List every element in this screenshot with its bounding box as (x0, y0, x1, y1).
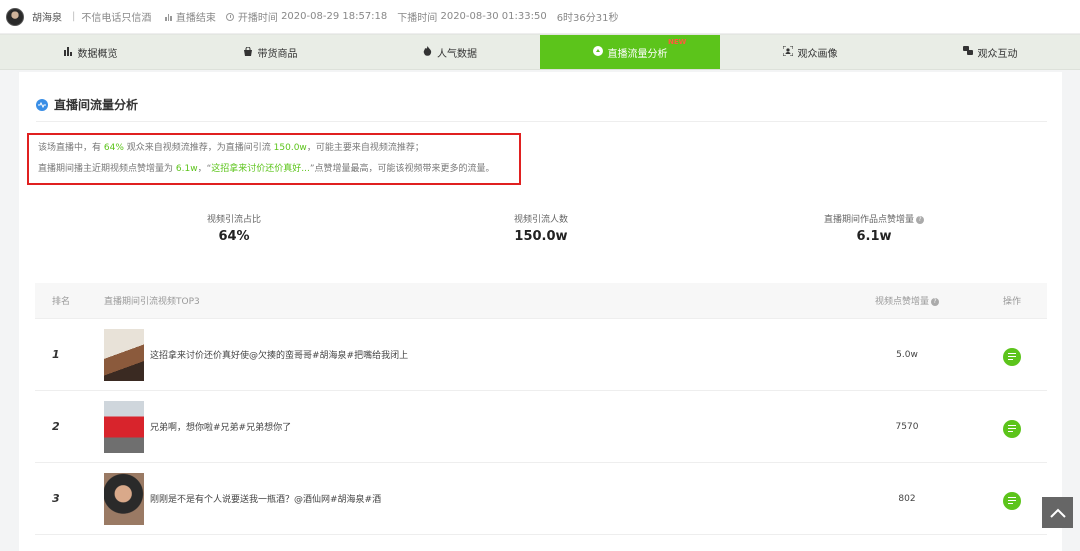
video-title[interactable]: 这招拿来讨价还价真好使@欠揍的蛮哥哥#胡海泉#把嘴给我闭上 (150, 348, 408, 361)
end-time-label: 下播时间 (397, 13, 438, 24)
summary-text: ”点赞增量最高，可能该视频带来更多的流量。 (309, 164, 495, 174)
video-thumbnail[interactable] (104, 328, 144, 381)
stat-label: 视频引流人数 (513, 215, 568, 225)
row-likes: 7570 (895, 421, 919, 432)
tab-label: 带货商品 (257, 48, 298, 60)
tab-products[interactable]: 带货商品 (180, 35, 360, 69)
table-row: 1 这招拿来讨价还价真好使@欠揍的蛮哥哥#胡海泉#把嘴给我闭上 5.0w (35, 319, 1047, 391)
new-badge: NEW (668, 38, 687, 46)
traffic-analysis-card: 直播间流量分析 该场直播中，有 64% 观众来自视频流推荐，为直播间引流 150… (19, 72, 1062, 551)
stat-value: 6.1w (856, 229, 892, 244)
back-to-top-button[interactable] (1042, 497, 1073, 528)
table-header: 排名 直播期间引流视频TOP3 视频点赞增量? 操作 (35, 283, 1047, 319)
header-likes: 视频点赞增量? (837, 294, 977, 307)
row-rank: 3 (52, 492, 60, 505)
top-videos-table: 排名 直播期间引流视频TOP3 视频点赞增量? 操作 1 这招拿来讨价还价真好使… (35, 283, 1047, 535)
live-session-header: 胡海泉 | 不信电话只信酒 直播结束 开播时间 2020-08-29 18:57… (0, 0, 1080, 34)
summary-text: 该场直播中，有 (38, 143, 102, 153)
tab-audience-portrait[interactable]: 观众画像 (720, 35, 900, 69)
header-video: 直播期间引流视频TOP3 (104, 297, 200, 307)
traffic-icon (592, 45, 603, 59)
tab-audience-interaction[interactable]: 观众互动 (900, 35, 1080, 69)
bar-chart-icon (63, 46, 73, 59)
live-status-text: 直播结束 (175, 13, 216, 24)
header-rank: 排名 (52, 297, 71, 307)
stat-likes-increase: 直播期间作品点赞增量? 6.1w (809, 212, 939, 244)
table-row: 3 刚刚是不是有个人说要送我一瓶酒？@酒仙网#胡海泉#酒 802 (35, 463, 1047, 535)
anchor-name[interactable]: 胡海泉 (32, 9, 62, 24)
row-video[interactable]: 刚刚是不是有个人说要送我一瓶酒？@酒仙网#胡海泉#酒 (104, 472, 837, 525)
tab-label: 直播流量分析 (607, 48, 668, 60)
chevron-up-icon (1049, 508, 1066, 518)
row-likes: 5.0w (896, 349, 918, 360)
anchor-slogan: 不信电话只信酒 (81, 13, 152, 24)
shopping-bag-icon (243, 46, 253, 59)
summary-text: 观众来自视频流推荐，为直播间引流 (126, 143, 271, 153)
analysis-tabs: 数据概览 带货商品 人气数据 直播流量分析 NEW 观众画像 观众互动 (0, 34, 1080, 70)
chat-icon (962, 45, 973, 59)
video-thumbnail[interactable] (104, 400, 144, 453)
stat-label: 直播期间作品点赞增量? (809, 212, 939, 225)
row-op (977, 415, 1047, 438)
tab-popularity[interactable]: 人气数据 (360, 35, 540, 69)
detail-list-icon[interactable] (1003, 347, 1021, 366)
video-title[interactable]: 刚刚是不是有个人说要送我一瓶酒？@酒仙网#胡海泉#酒 (150, 492, 381, 505)
row-op (977, 343, 1047, 366)
help-icon[interactable]: ? (916, 215, 924, 224)
row-video[interactable]: 这招拿来讨价还价真好使@欠揍的蛮哥哥#胡海泉#把嘴给我闭上 (104, 328, 837, 381)
stat-value: 150.0w (514, 229, 568, 244)
summary-line-2: 直播期间播主近期视频点赞增量为 6.1w，“这招拿来讨价还价真好...”点赞增量… (38, 161, 519, 182)
stat-video-traffic-count: 视频引流人数 150.0w (481, 212, 601, 244)
portrait-icon (782, 45, 793, 59)
row-rank: 2 (52, 420, 60, 433)
summary-highlight: 150.0w (273, 143, 307, 153)
tab-traffic-analysis[interactable]: 直播流量分析 NEW (540, 35, 720, 69)
help-icon[interactable]: ? (931, 297, 939, 306)
flame-icon (423, 45, 432, 59)
summary-text: ，“ (197, 164, 212, 174)
tab-label: 观众画像 (797, 48, 838, 60)
summary-highlight: 64% (103, 143, 124, 153)
anchor-avatar[interactable] (6, 7, 24, 26)
stat-video-traffic-ratio: 视频引流占比 64% (174, 212, 294, 244)
stat-label-text: 直播期间作品点赞增量 (823, 215, 914, 225)
section-title: 直播间流量分析 (36, 96, 138, 113)
start-time: 开播时间 2020-08-29 18:57:18 (225, 9, 388, 24)
live-duration: 6时36分31秒 (556, 13, 619, 24)
end-time: 下播时间 2020-08-30 01:33:50 (397, 9, 546, 24)
row-likes: 802 (898, 493, 916, 504)
header-likes-text: 视频点赞增量 (874, 297, 929, 307)
start-time-value: 2020-08-29 18:57:18 (281, 11, 388, 22)
tab-data-overview[interactable]: 数据概览 (0, 35, 180, 69)
title-divider (36, 121, 1047, 122)
summary-highlight: 6.1w (175, 164, 198, 174)
live-status: 直播结束 (165, 9, 216, 24)
summary-text: 直播期间播主近期视频点赞增量为 (38, 164, 174, 174)
summary-text: ，可能主要来自视频流推荐； (306, 143, 424, 153)
analysis-summary: 该场直播中，有 64% 观众来自视频流推荐，为直播间引流 150.0w，可能主要… (27, 133, 521, 185)
video-thumbnail[interactable] (104, 472, 144, 525)
tab-label: 观众互动 (977, 48, 1018, 60)
header-op: 操作 (1002, 297, 1021, 307)
start-time-label: 开播时间 (237, 13, 278, 24)
row-video[interactable]: 兄弟啊，想你啦#兄弟#兄弟想你了 (104, 400, 837, 453)
row-op (977, 487, 1047, 510)
clock-icon (225, 12, 234, 21)
section-title-text: 直播间流量分析 (54, 98, 139, 112)
tab-label: 人气数据 (437, 48, 477, 60)
tab-label: 数据概览 (77, 48, 118, 60)
summary-video-link[interactable]: 这招拿来讨价还价真好... (211, 164, 310, 174)
table-row: 2 兄弟啊，想你啦#兄弟#兄弟想你了 7570 (35, 391, 1047, 463)
detail-list-icon[interactable] (1003, 419, 1021, 438)
status-bars-icon (165, 13, 172, 21)
row-rank: 1 (52, 348, 60, 361)
video-title[interactable]: 兄弟啊，想你啦#兄弟#兄弟想你了 (150, 420, 291, 433)
detail-list-icon[interactable] (1003, 491, 1021, 510)
header-separator: | (72, 11, 76, 22)
pulse-icon (36, 98, 48, 111)
stat-value: 64% (218, 229, 250, 244)
stat-label: 视频引流占比 (206, 215, 261, 225)
summary-line-1: 该场直播中，有 64% 观众来自视频流推荐，为直播间引流 150.0w，可能主要… (38, 140, 519, 161)
end-time-value: 2020-08-30 01:33:50 (440, 11, 547, 22)
